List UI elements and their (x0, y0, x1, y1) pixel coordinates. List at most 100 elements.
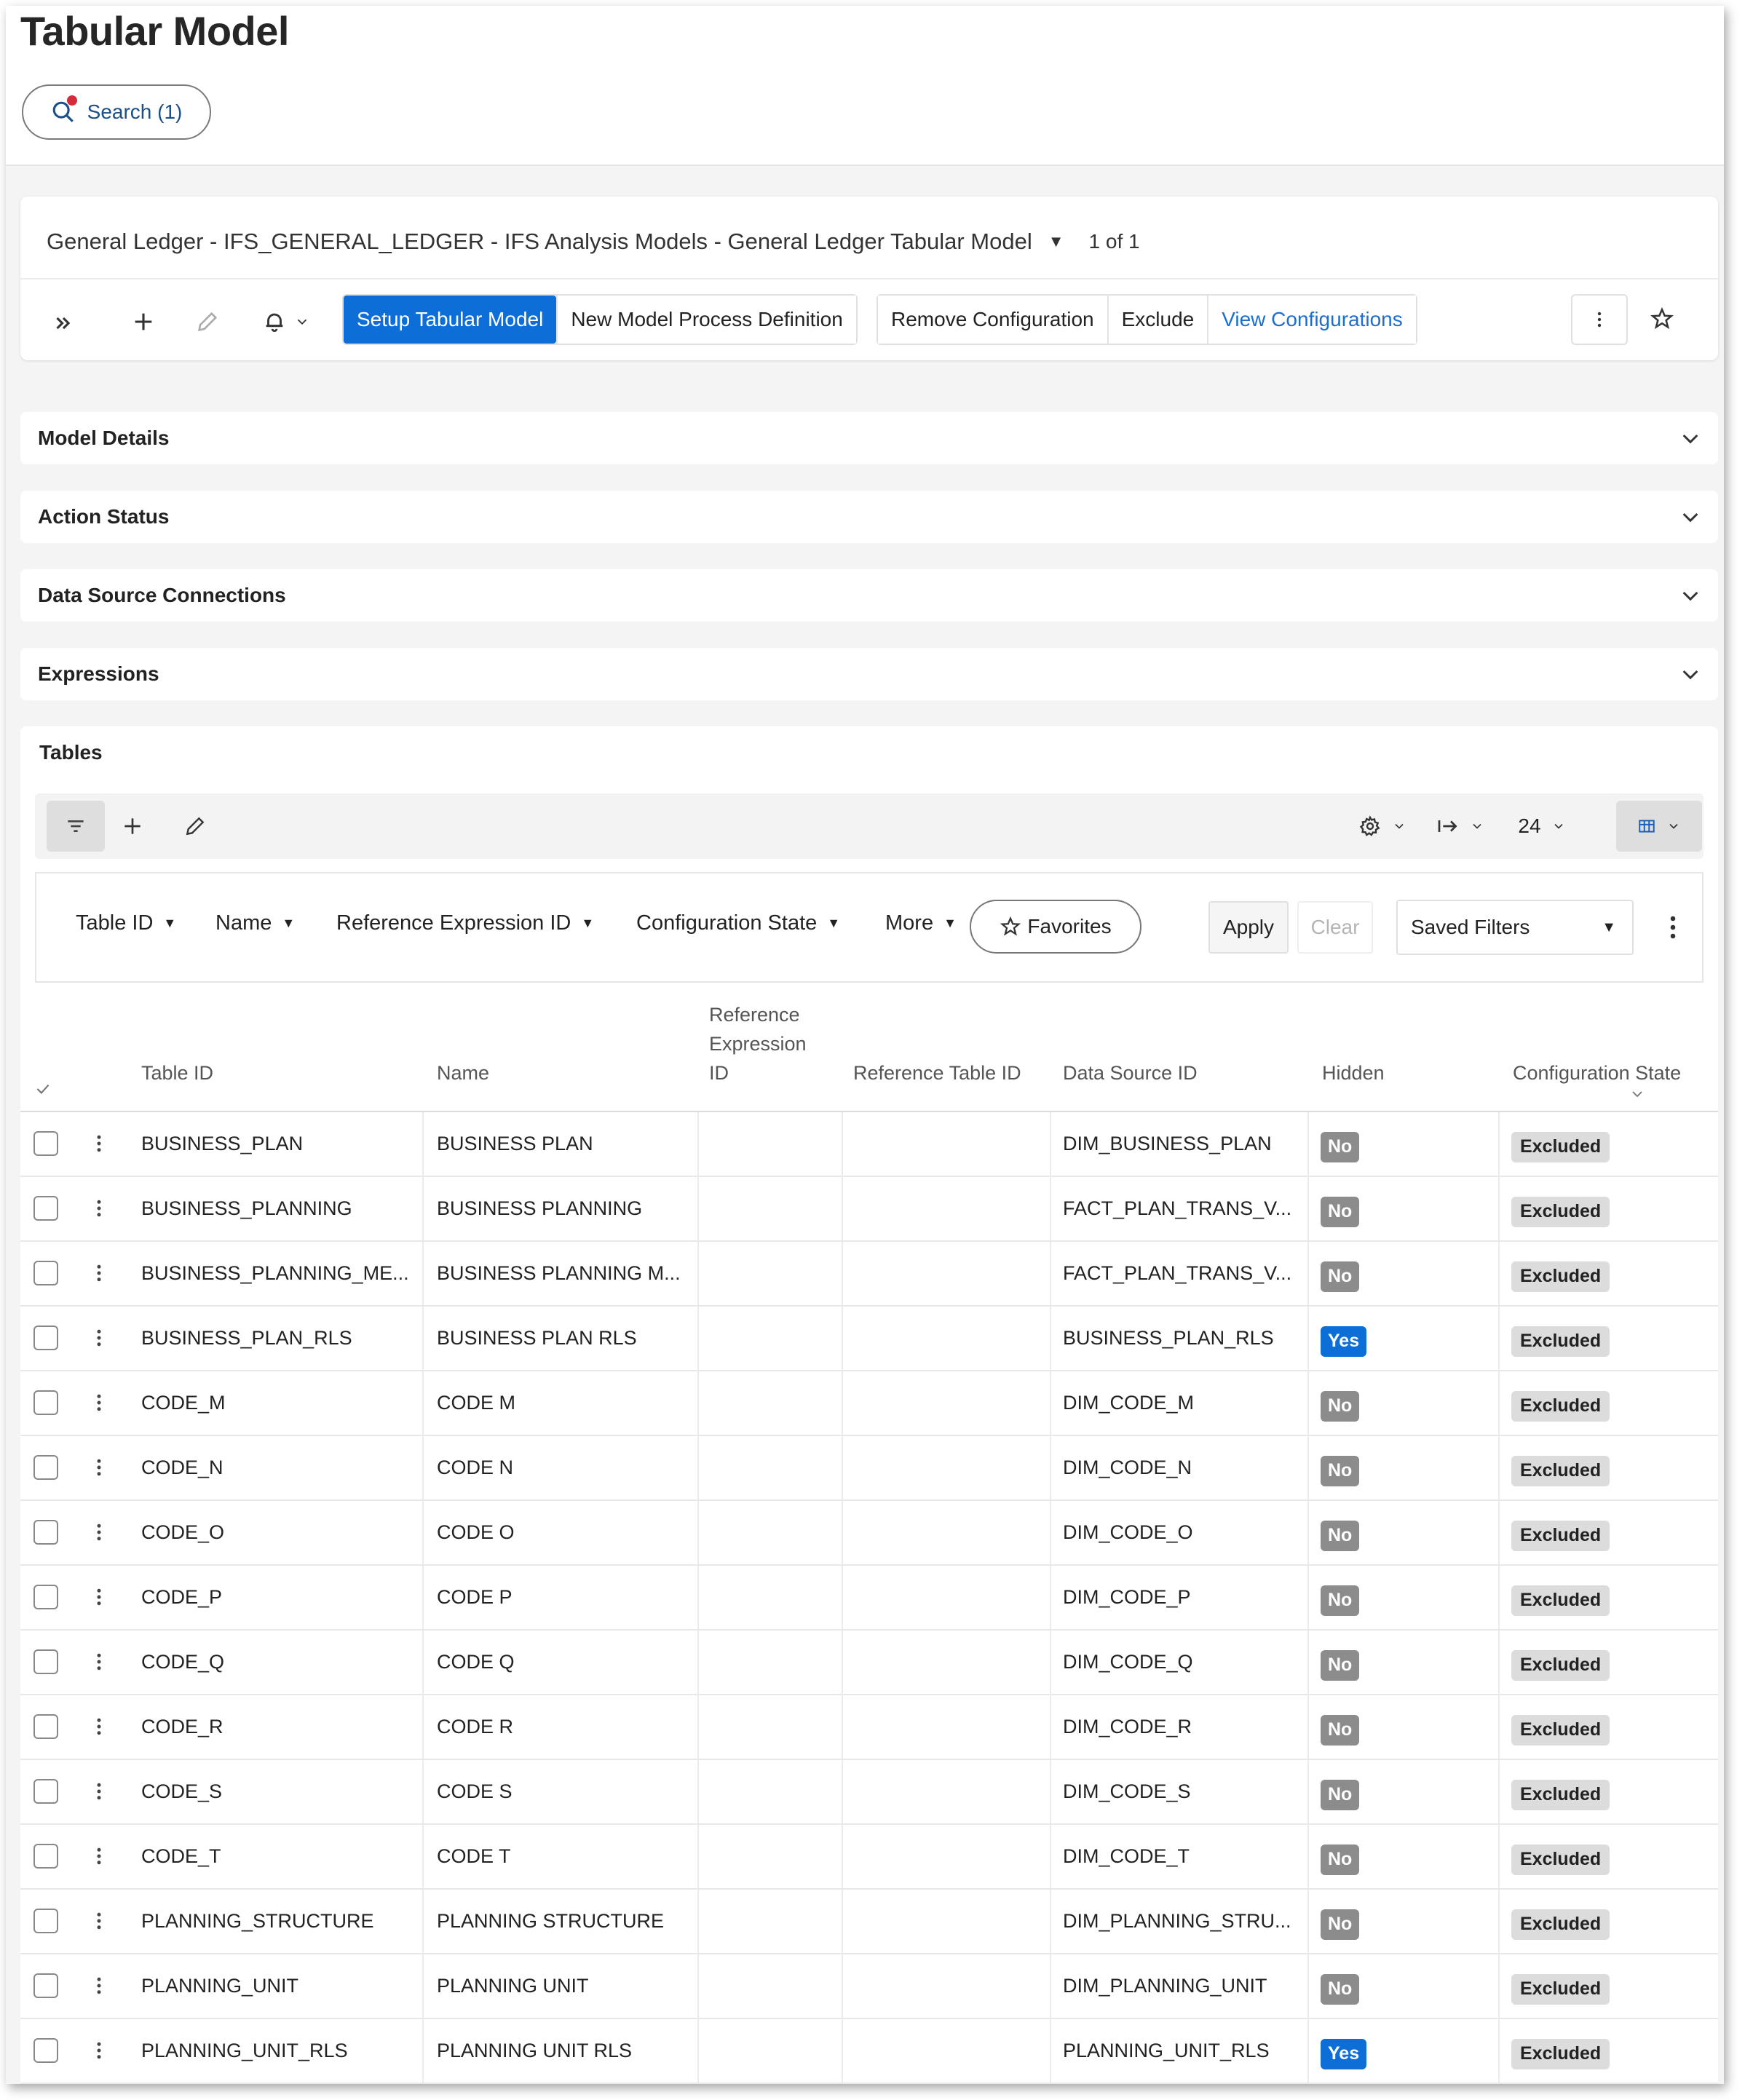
column-divider (842, 1501, 843, 1564)
record-title[interactable]: General Ledger - IFS_GENERAL_LEDGER - IF… (47, 229, 1140, 255)
remove-configuration-button[interactable]: Remove Configuration (878, 296, 1107, 344)
filter-configuration-state[interactable]: Configuration State ▼ (636, 911, 840, 935)
table-row[interactable]: BUSINESS_PLANNING BUSINESS PLANNING FACT_P… (20, 1177, 1718, 1242)
row-checkbox[interactable] (33, 1909, 58, 1933)
row-checkbox[interactable] (33, 1390, 58, 1415)
kebab-icon[interactable] (1661, 914, 1685, 940)
table-row[interactable]: BUSINESS_PLANNING_ME... BUSINESS PLANNING… (20, 1242, 1718, 1307)
column-header-hidden[interactable]: Hidden (1322, 1058, 1385, 1087)
star-icon[interactable] (1644, 297, 1680, 341)
row-checkbox[interactable] (33, 1585, 58, 1609)
row-kebab-icon[interactable] (95, 2040, 103, 2061)
section-action-status[interactable]: Action Status (20, 491, 1718, 543)
row-kebab-icon[interactable] (95, 1780, 103, 1802)
row-kebab-icon[interactable] (95, 1392, 103, 1414)
row-checkbox[interactable] (33, 1779, 58, 1804)
table-row[interactable]: PLANNING_UNIT PLANNING UNIT DIM_PLANNING_U… (20, 1954, 1718, 2019)
row-kebab-icon[interactable] (95, 1975, 103, 1997)
search-icon (51, 95, 77, 124)
exclude-button[interactable]: Exclude (1107, 296, 1208, 344)
table-row[interactable]: CODE_P CODE P DIM_CODE_P No Excluded (20, 1566, 1718, 1631)
row-checkbox[interactable] (33, 1649, 58, 1674)
filter-reference-expression-id[interactable]: Reference Expression ID ▼ (336, 911, 594, 935)
caret-down-icon[interactable]: ▼ (1048, 232, 1064, 251)
double-chevron-right-icon[interactable] (45, 301, 82, 345)
row-checkbox[interactable] (33, 1714, 58, 1739)
column-header-configuration-state[interactable]: Configuration State (1513, 1058, 1681, 1087)
page-size-dropdown[interactable]: 24 (1505, 801, 1578, 852)
table-row[interactable]: BUSINESS_PLAN BUSINESS PLAN DIM_BUSINESS_P… (20, 1112, 1718, 1177)
section-model-details[interactable]: Model Details (20, 412, 1718, 464)
new-model-process-definition-button[interactable]: New Model Process Definition (556, 296, 856, 344)
favorites-button[interactable]: Favorites (970, 900, 1141, 954)
filter-label: Reference Expression ID (336, 911, 571, 935)
column-header-data-source-id[interactable]: Data Source ID (1063, 1058, 1198, 1087)
filter-name[interactable]: Name ▼ (215, 911, 295, 935)
sort-chevron-icon[interactable] (1631, 1089, 1644, 1099)
column-header-name[interactable]: Name (437, 1058, 489, 1087)
row-kebab-icon[interactable] (95, 1845, 103, 1867)
column-header-ref-expr-line1[interactable]: Reference (709, 1000, 800, 1029)
table-row[interactable]: PLANNING_STRUCTURE PLANNING STRUCTURE DIM_… (20, 1890, 1718, 1954)
row-checkbox[interactable] (33, 1131, 58, 1156)
table-row[interactable]: CODE_O CODE O DIM_CODE_O No Excluded (20, 1501, 1718, 1566)
row-kebab-icon[interactable] (95, 1586, 103, 1608)
row-checkbox[interactable] (33, 1326, 58, 1350)
table-row[interactable]: CODE_N CODE N DIM_CODE_N No Excluded (20, 1436, 1718, 1501)
table-row[interactable]: CODE_M CODE M DIM_CODE_M No Excluded (20, 1371, 1718, 1436)
clear-button[interactable]: Clear (1297, 901, 1373, 954)
pencil-icon[interactable] (189, 300, 226, 344)
table-row[interactable]: BUSINESS_PLAN_RLS BUSINESS PLAN RLS BUSINE… (20, 1307, 1718, 1371)
more-actions-button[interactable] (1571, 294, 1628, 345)
row-checkbox[interactable] (33, 1261, 58, 1285)
apply-button[interactable]: Apply (1208, 901, 1289, 954)
filter-more[interactable]: More ▼ (885, 911, 957, 935)
column-header-ref-expr-line3[interactable]: ID (709, 1058, 729, 1087)
row-checkbox[interactable] (33, 2038, 58, 2063)
saved-filters-select[interactable]: Saved Filters ▼ (1396, 900, 1634, 955)
search-button[interactable]: Search (1) (22, 84, 211, 140)
row-kebab-icon[interactable] (95, 1457, 103, 1478)
settings-dropdown[interactable] (1350, 801, 1415, 852)
add-row-button[interactable] (109, 801, 156, 852)
row-checkbox[interactable] (33, 1844, 58, 1869)
layout-dropdown[interactable] (1616, 801, 1702, 852)
row-kebab-icon[interactable] (95, 1197, 103, 1219)
row-checkbox[interactable] (33, 1520, 58, 1545)
row-kebab-icon[interactable] (95, 1716, 103, 1738)
row-kebab-icon[interactable] (95, 1133, 103, 1154)
row-kebab-icon[interactable] (95, 1910, 103, 1932)
page-title: Tabular Model (20, 8, 289, 54)
view-configurations-button[interactable]: View Configurations (1207, 296, 1416, 344)
column-divider (1498, 1825, 1500, 1888)
search-label: Search (1) (87, 100, 183, 123)
cell-data-source-id: DIM_BUSINESS_PLAN (1063, 1133, 1272, 1154)
setup-tabular-model-button[interactable]: Setup Tabular Model (344, 296, 557, 344)
status-badge: Excluded (1511, 2038, 1610, 2069)
row-kebab-icon[interactable] (95, 1262, 103, 1284)
row-checkbox[interactable] (33, 1973, 58, 1998)
column-header-table-id[interactable]: Table ID (141, 1058, 213, 1087)
status-badge: Excluded (1511, 1909, 1610, 1940)
row-kebab-icon[interactable] (95, 1327, 103, 1349)
export-dropdown[interactable] (1425, 801, 1495, 852)
table-row[interactable]: CODE_Q CODE Q DIM_CODE_Q No Excluded (20, 1631, 1718, 1695)
section-expressions[interactable]: Expressions (20, 648, 1718, 700)
table-row[interactable]: CODE_T CODE T DIM_CODE_T No Excluded (20, 1825, 1718, 1890)
column-header-reference-table-id[interactable]: Reference Table ID (853, 1058, 1021, 1087)
edit-row-button[interactable] (172, 801, 218, 852)
table-row[interactable]: PLANNING_UNIT_RLS PLANNING UNIT RLS PLANNI… (20, 2019, 1718, 2084)
row-checkbox[interactable] (33, 1455, 58, 1480)
select-all-check-icon[interactable] (33, 1077, 52, 1106)
table-row[interactable]: CODE_S CODE S DIM_CODE_S No Excluded (20, 1760, 1718, 1825)
section-data-source-connections[interactable]: Data Source Connections (20, 569, 1718, 622)
notification-dropdown[interactable] (253, 300, 319, 344)
filter-toggle-button[interactable] (47, 801, 105, 852)
row-checkbox[interactable] (33, 1196, 58, 1221)
plus-icon[interactable] (125, 300, 162, 344)
filter-table-id[interactable]: Table ID ▼ (76, 911, 176, 935)
row-kebab-icon[interactable] (95, 1521, 103, 1543)
row-kebab-icon[interactable] (95, 1651, 103, 1673)
table-row[interactable]: CODE_R CODE R DIM_CODE_R No Excluded (20, 1695, 1718, 1760)
column-header-ref-expr-line2[interactable]: Expression (709, 1029, 807, 1058)
